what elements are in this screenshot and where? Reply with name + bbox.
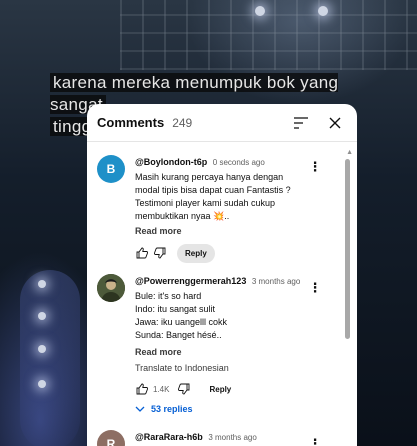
comment-line: membuktikan nyaa 💥..: [135, 211, 230, 221]
scroll-up-arrow-icon[interactable]: ▲: [346, 149, 353, 156]
comment-meta: @Boylondon-t6p 0 seconds ago: [135, 157, 265, 167]
avatar[interactable]: [97, 274, 125, 302]
reply-button[interactable]: Reply: [177, 243, 215, 263]
comment-meta: @Powerrenggermerah123 3 months ago: [135, 276, 300, 286]
comments-header: Comments 249: [87, 104, 357, 142]
dislike-icon[interactable]: [175, 380, 193, 398]
comments-title: Comments: [97, 115, 165, 130]
close-icon[interactable]: [323, 111, 347, 135]
comment-meta: @RaraRara-h6b 3 months ago: [135, 432, 257, 442]
like-icon[interactable]: [133, 380, 151, 398]
reply-button[interactable]: Reply: [201, 380, 239, 399]
stage-spotlight: [38, 345, 46, 353]
read-more-link[interactable]: Read more: [135, 226, 182, 236]
comment-item: @Powerrenggermerah123 3 months ago ⋮ Bul…: [87, 274, 345, 424]
stage-spotlight: [38, 280, 46, 288]
stage-spotlight: [38, 312, 46, 320]
stage-light-beam: [20, 270, 80, 446]
comment-line: Jawa: iku uangelll cokk: [135, 317, 228, 327]
chevron-down-icon: [135, 404, 145, 414]
scrollbar[interactable]: ▲: [345, 147, 354, 446]
comment-time: 3 months ago: [208, 433, 257, 442]
comment-actions: Reply: [133, 243, 215, 263]
dislike-icon[interactable]: [151, 244, 169, 262]
replies-count-label: 53 replies: [151, 404, 193, 414]
more-options-icon[interactable]: ⋮: [307, 436, 323, 446]
sort-icon[interactable]: [289, 111, 313, 135]
comment-item: R @RaraRara-h6b 3 months ago ⋮: [87, 430, 345, 446]
comment-actions: 1.4K Reply: [133, 379, 239, 399]
comment-line: Sunda: Banget hésé..: [135, 330, 222, 340]
avatar-image: [97, 274, 125, 302]
avatar[interactable]: R: [97, 430, 125, 446]
read-more-link[interactable]: Read more: [135, 347, 182, 357]
translate-link[interactable]: Translate to Indonesian: [135, 363, 229, 373]
scrollbar-thumb[interactable]: [345, 159, 350, 339]
stage-spotlight: [318, 6, 328, 16]
stage-spotlight: [38, 380, 46, 388]
comment-line: Indo: itu sangat sulit: [135, 304, 216, 314]
comment-text: Bule: it's so hard Indo: itu sangat suli…: [135, 290, 325, 342]
comment-author[interactable]: @Powerrenggermerah123: [135, 276, 246, 286]
comment-time: 3 months ago: [251, 277, 301, 286]
comment-line: Masih kurang percaya hanya dengan: [135, 172, 284, 182]
like-count: 1.4K: [153, 384, 170, 394]
like-icon[interactable]: [133, 244, 151, 262]
comment-line: Bule: it's so hard: [135, 291, 202, 301]
comment-time: 0 seconds ago: [212, 158, 265, 167]
comment-author[interactable]: @Boylondon-t6p: [135, 157, 207, 167]
comment-author[interactable]: @RaraRara-h6b: [135, 432, 203, 442]
comment-line: modal tipis bisa dapat cuan Fantastis ?: [135, 185, 291, 195]
comment-line: Testimoni player kami sudah cukup: [135, 198, 276, 208]
stage-spotlight: [255, 6, 265, 16]
comments-panel: Comments 249 B @Boylondon-t6p 0 seconds …: [87, 104, 357, 446]
avatar[interactable]: B: [97, 155, 125, 183]
stage-truss: [120, 0, 417, 70]
view-replies-button[interactable]: 53 replies: [135, 404, 193, 414]
comment-text: Masih kurang percaya hanya dengan modal …: [135, 171, 325, 223]
comments-list[interactable]: B @Boylondon-t6p 0 seconds ago ⋮ Masih k…: [87, 143, 357, 446]
comments-count: 249: [172, 115, 193, 130]
comment-item: B @Boylondon-t6p 0 seconds ago ⋮ Masih k…: [87, 155, 345, 270]
